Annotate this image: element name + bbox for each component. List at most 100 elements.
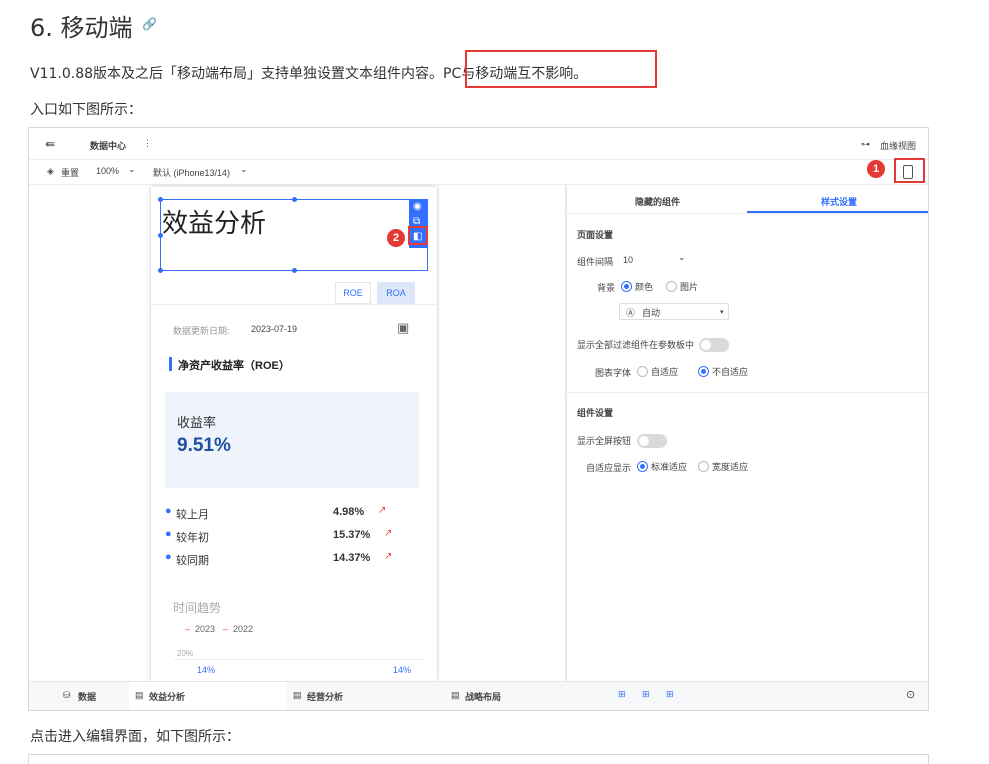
adaptive-width-radio[interactable]: 宽度适应 [698,460,748,473]
component-title: 效益分析 [162,209,267,239]
legend-2023: 2023 [195,624,216,634]
date-value: 2023-07-19 [251,324,298,334]
tab-roa[interactable]: ROA [377,282,415,304]
dashboard-icon: ▤ [293,690,302,700]
collapse-icon[interactable]: ⊙ [906,688,915,701]
kpi-label: 收益率 [177,415,217,430]
add-tab-icon[interactable]: ⊞ [618,689,626,700]
metric-value: 14.37% [333,552,371,564]
chevron-down-icon[interactable]: ⌄ [240,164,248,175]
tab-style-settings[interactable]: 样式设置 [821,195,857,208]
settings-panel: 隐藏的组件 样式设置 页面设置 组件间隔 10 ⌄ 背景 颜色 图片 Ⓐ 自动 … [567,185,928,681]
back-icon[interactable]: ⇚ [45,137,55,151]
reset-icon[interactable]: ◈ [47,166,54,177]
font-auto-label: 自适应 [651,367,679,377]
metric-label: 较年初 [176,532,209,544]
link-icon[interactable]: 🔗 [142,17,157,31]
eye-icon[interactable]: ◉ [413,201,422,212]
font-noauto-radio[interactable]: 不自适应 [698,365,748,378]
top-toolbar: ⇚ 数据中心 ⋮ ⊶ 血缘视图 [29,128,928,160]
color-select[interactable]: Ⓐ 自动 ▾ [619,303,729,320]
trend-up-icon: ↗ [378,505,387,516]
gap-value[interactable]: 10 [623,255,633,265]
kpi-card: 收益率 9.51% [165,392,419,488]
zoom-select[interactable]: 100% [96,166,119,176]
metric-label: 较同期 [176,555,209,567]
marker-one: 1 [867,160,885,178]
bg-color-label: 颜色 [635,282,654,292]
tab-hidden-components[interactable]: 隐藏的组件 [635,195,680,208]
calendar-icon[interactable]: ▣ [397,320,409,336]
legend-2022: 2022 [233,624,254,634]
page-title: 6. 移动端 [30,14,133,42]
highlight-box [465,50,657,88]
adaptive-standard-radio[interactable]: 标准适应 [637,460,687,473]
adaptive-width-label: 宽度适应 [712,462,749,472]
bottom-tab-bar: ⛁ 数据 ▤ 效益分析 ▤ 经营分析 ▤ 战略布局 ⊞ ⊞ ⊞ ⊙ [29,681,928,710]
metric-value: 15.37% [333,529,371,541]
gap-label: 组件间隔 [577,257,614,267]
chart-font-label: 图表字体 [595,368,632,378]
marker-two: 2 [387,229,405,247]
highlight-box [894,158,925,183]
chevron-down-icon[interactable]: ⌄ [128,164,136,175]
axis-label: 20% [177,649,194,658]
dashboard-icon: ▤ [135,690,144,700]
after-text: 点击进入编辑界面，如下图所示： [30,729,240,745]
sub-toolbar: ◈ 重置 100% ⌄ 默认 (iPhone13/14) ⌄ [29,160,928,185]
bg-label: 背景 [597,283,616,293]
date-label: 数据更新日期: [173,326,230,336]
font-noauto-label: 不自适应 [712,367,749,377]
font-auto-radio[interactable]: 自适应 [637,365,678,378]
phone-preview: 效益分析 ◉ ⧉ ◧ ROE ROA 数据更新日期: 2023-07-19 ▣ … [151,187,437,681]
metric-value: 4.98% [333,506,365,518]
section-title: 净资产收益率（ROE） [178,360,290,372]
fullscreen-toggle[interactable] [637,432,667,450]
database-icon: ⛁ [63,690,71,700]
app-title: 数据中心 [90,141,127,151]
point-label: 14% [197,665,216,675]
lineage-button[interactable]: 血缘视图 [880,139,916,152]
data-tab[interactable]: 数据 [78,690,96,703]
reset-button[interactable]: 重置 [61,166,79,179]
tab-roe[interactable]: ROE [335,282,371,304]
auto-label: 自动 [642,308,661,318]
kpi-value: 9.51% [177,435,231,456]
next-screenshot [28,754,929,764]
trend-title: 时间趋势 [173,601,222,615]
device-select[interactable]: 默认 (iPhone13/14) [153,166,230,179]
tab-label[interactable]: 战略布局 [465,690,501,703]
tab-label[interactable]: 经营分析 [307,690,343,703]
trend-up-icon: ↗ [384,551,393,562]
show-filter-label: 显示全部过滤组件在参数板中 [577,340,695,350]
bg-image-label: 图片 [680,282,699,292]
adaptive-standard-label: 标准适应 [651,462,688,472]
more-icon[interactable]: ⋮ [143,138,152,149]
add-tab-icon[interactable]: ⊞ [642,689,650,700]
app-screenshot: ⇚ 数据中心 ⋮ ⊶ 血缘视图 ◈ 重置 100% ⌄ 默认 (iPhone13… [28,127,929,711]
chevron-down-icon[interactable]: ⌄ [678,252,686,263]
entry-text: 入口如下图所示： [30,102,142,118]
component-settings-title: 组件设置 [577,408,614,418]
list-item: ● 较上月 4.98% ↗ [165,505,387,521]
auto-icon: Ⓐ [626,308,636,318]
bg-color-radio[interactable]: 颜色 [621,280,653,293]
show-filter-toggle[interactable] [699,336,729,354]
add-tab-icon[interactable]: ⊞ [666,689,674,700]
page-settings-title: 页面设置 [577,230,614,240]
show-fullscreen-label: 显示全屏按钮 [577,436,632,446]
lineage-icon[interactable]: ⊶ [861,139,870,150]
adaptive-label: 自适应显示 [586,463,632,473]
tab-active[interactable]: ▤ 效益分析 [129,682,287,710]
list-item: ● 较同期 14.37% ↗ [165,551,393,567]
highlight-box [408,226,428,245]
intro-text-a: V11.0.88版本及之后「移动端布局」支持单独设置文本组件内容 [30,66,430,82]
metric-list: ● 较上月 4.98% ↗ ● 较年初 15.37% ↗ ● 较同期 14.37… [165,505,425,574]
list-item: ● 较年初 15.37% ↗ [165,528,393,544]
trend-up-icon: ↗ [384,528,393,539]
dashboard-icon: ▤ [451,690,460,700]
point-label: 14% [393,665,412,675]
tab-label: 效益分析 [149,692,186,702]
metric-label: 较上月 [176,509,209,521]
bg-image-radio[interactable]: 图片 [666,280,698,293]
